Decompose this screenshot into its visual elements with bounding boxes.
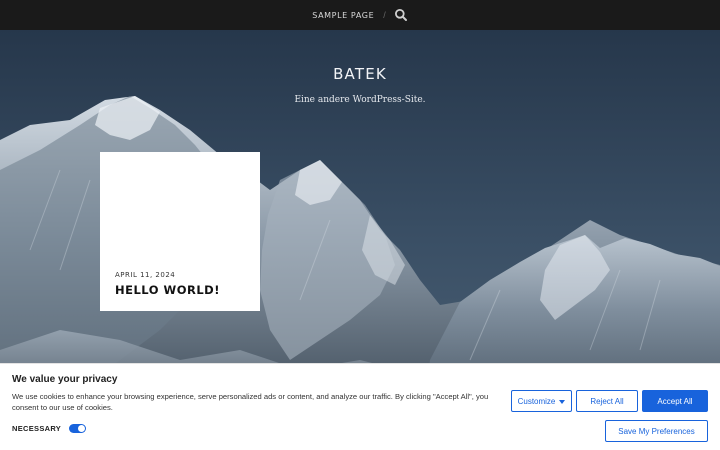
post-card[interactable]: APRIL 11, 2024 HELLO WORLD! bbox=[100, 152, 260, 311]
cookie-consent-banner: We value your privacy We use cookies to … bbox=[0, 363, 720, 450]
reject-all-label: Reject All bbox=[590, 396, 624, 406]
site-title[interactable]: BATEK bbox=[0, 65, 720, 83]
necessary-cookies-row: NECESSARY bbox=[12, 424, 87, 433]
cookie-title: We value your privacy bbox=[12, 374, 118, 385]
post-date: APRIL 11, 2024 bbox=[115, 271, 176, 279]
search-icon[interactable] bbox=[394, 8, 408, 22]
reject-all-button[interactable]: Reject All bbox=[576, 390, 638, 412]
customize-label: Customize bbox=[517, 396, 556, 406]
toggle-knob bbox=[78, 425, 86, 432]
accept-all-button[interactable]: Accept All bbox=[642, 390, 708, 412]
cookie-description: We use cookies to enhance your browsing … bbox=[12, 392, 489, 412]
save-preferences-button[interactable]: Save My Preferences bbox=[605, 420, 708, 442]
save-preferences-label: Save My Preferences bbox=[618, 426, 695, 436]
caret-down-icon bbox=[559, 399, 566, 404]
nav-link-sample-page[interactable]: SAMPLE PAGE bbox=[312, 11, 374, 20]
customize-button[interactable]: Customize bbox=[511, 390, 572, 412]
top-navigation-bar: SAMPLE PAGE / bbox=[0, 0, 720, 30]
post-title[interactable]: HELLO WORLD! bbox=[115, 283, 220, 297]
necessary-toggle[interactable] bbox=[69, 424, 87, 433]
necessary-label: NECESSARY bbox=[12, 424, 62, 433]
nav-separator: / bbox=[383, 10, 386, 20]
site-tagline: Eine andere WordPress-Site. bbox=[294, 95, 426, 105]
accept-all-label: Accept All bbox=[657, 396, 693, 406]
